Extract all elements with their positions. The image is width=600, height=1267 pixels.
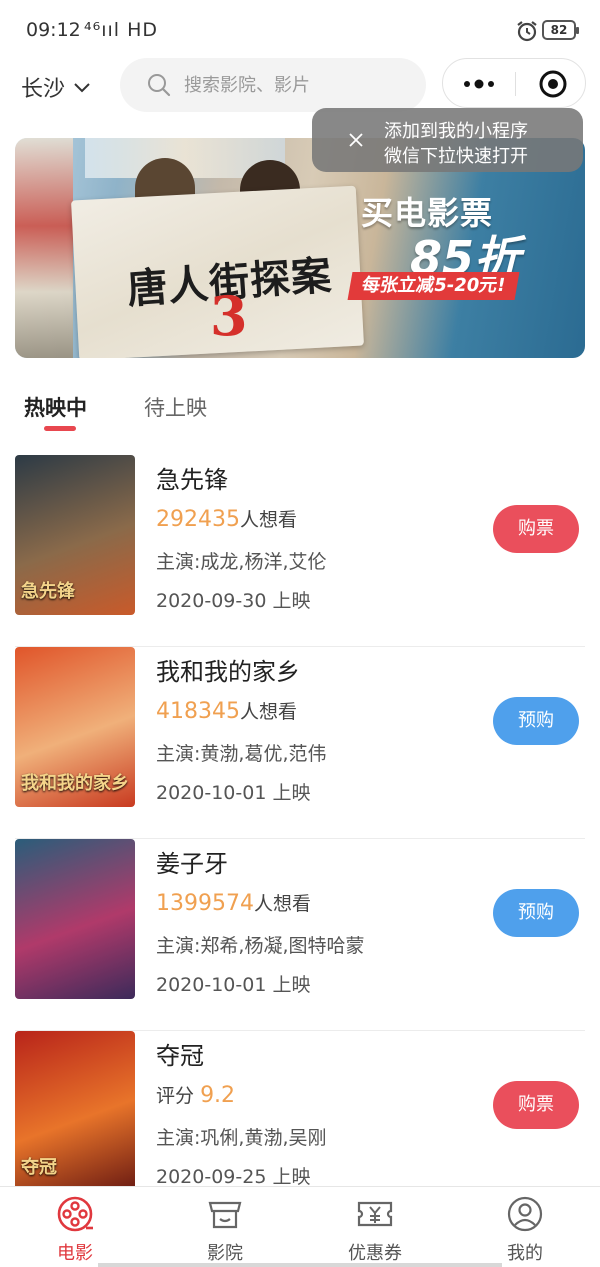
movie-cast: 主演:巩俐,黄渤,吴刚 (156, 1127, 327, 1149)
home-indicator (98, 1263, 502, 1267)
movie-item[interactable]: 姜子牙 1399574人想看 主演:郑希,杨凝,图特哈蒙 2020-10-01 … (15, 839, 585, 1031)
chevron-down-icon (74, 83, 90, 93)
nav-item-cinemas[interactable]: 影院 (170, 1195, 280, 1265)
nav-label: 电影 (57, 1243, 93, 1264)
movie-release-date: 2020-10-01 上映 (156, 782, 311, 804)
rating-prefix: 评分 (156, 1085, 195, 1107)
city-selector[interactable]: 长沙 (21, 72, 91, 102)
movie-title: 夺冠 (156, 1042, 204, 1070)
movie-want-count: 418345人想看 (156, 697, 297, 724)
status-time: 09:12 (26, 19, 81, 41)
nav-label: 我的 (507, 1243, 543, 1264)
tooltip-line: 微信下拉快速打开 (384, 146, 528, 167)
tab-coming-soon[interactable]: 待上映 (144, 392, 207, 422)
capsule-divider (515, 72, 516, 96)
movie-want-count: 292435人想看 (156, 505, 297, 532)
banner-street-signs (15, 138, 73, 358)
active-tab-indicator (44, 426, 76, 431)
movie-title: 我和我的家乡 (156, 658, 300, 686)
want-count-number: 292435 (156, 507, 240, 532)
nav-label: 优惠券 (348, 1243, 402, 1264)
want-count-suffix: 人想看 (239, 509, 297, 531)
movie-title: 姜子牙 (156, 850, 228, 878)
nav-item-profile[interactable]: 我的 (470, 1195, 580, 1265)
movie-poster[interactable]: 我和我的家乡 (15, 647, 135, 807)
want-count-number: 1399574 (156, 891, 254, 916)
close-miniprogram-icon[interactable] (538, 69, 568, 99)
tooltip-line: 添加到我的小程序 (384, 121, 528, 142)
tab-now-showing[interactable]: 热映中 (24, 392, 87, 422)
search-input[interactable] (184, 74, 404, 96)
movie-cast: 主演:成龙,杨洋,艾伦 (156, 551, 327, 573)
film-reel-icon (57, 1196, 93, 1232)
movie-release-date: 2020-09-25 上映 (156, 1166, 311, 1188)
movie-poster[interactable]: 夺冠 (15, 1031, 135, 1191)
movie-release-date: 2020-10-01 上映 (156, 974, 311, 996)
poster-caption: 我和我的家乡 (21, 773, 129, 794)
cinema-icon (208, 1201, 242, 1229)
more-dots-icon[interactable] (459, 73, 499, 95)
alarm-icon (517, 21, 537, 42)
banner-promo-tag: 每张立减5-20元! (347, 272, 520, 300)
movie-item[interactable]: 我和我的家乡 我和我的家乡 418345人想看 主演:黄渤,葛优,范伟 2020… (15, 647, 585, 839)
movie-rating: 评分 9.2 (156, 1081, 235, 1108)
status-bar: 09:12 ⁴⁶ııl HD 82 (0, 0, 600, 60)
want-count-suffix: 人想看 (253, 893, 311, 915)
nav-label: 影院 (207, 1243, 243, 1264)
close-icon[interactable] (348, 132, 364, 148)
network-indicator: ⁴⁶ııl HD (84, 19, 159, 41)
poster-caption: 急先锋 (21, 581, 75, 602)
movie-cast: 主演:郑希,杨凝,图特哈蒙 (156, 935, 365, 957)
movie-release-date: 2020-09-30 上映 (156, 590, 311, 612)
movie-cast: 主演:黄渤,葛优,范伟 (156, 743, 327, 765)
buy-ticket-button[interactable]: 购票 (493, 505, 579, 553)
rating-value: 9.2 (200, 1083, 236, 1108)
movie-poster[interactable] (15, 839, 135, 999)
add-miniprogram-tooltip: 添加到我的小程序 微信下拉快速打开 (312, 108, 583, 172)
want-count-suffix: 人想看 (239, 701, 297, 723)
miniprogram-capsule (442, 58, 586, 108)
city-label: 长沙 (21, 77, 66, 102)
search-icon (148, 74, 171, 97)
want-count-number: 418345 (156, 699, 240, 724)
movie-item[interactable]: 急先锋 急先锋 292435人想看 主演:成龙,杨洋,艾伦 2020-09-30… (15, 455, 585, 647)
banner-movie-number: 3 (210, 284, 248, 348)
movie-title: 急先锋 (156, 466, 228, 494)
movie-want-count: 1399574人想看 (156, 889, 311, 916)
preorder-button[interactable]: 预购 (493, 889, 579, 937)
nav-item-movies[interactable]: 电影 (20, 1195, 130, 1265)
user-icon (507, 1196, 543, 1232)
search-box[interactable] (120, 58, 426, 112)
movie-poster[interactable]: 急先锋 (15, 455, 135, 615)
coupon-icon (357, 1201, 393, 1227)
battery-indicator: 82 (542, 20, 579, 40)
buy-ticket-button[interactable]: 购票 (493, 1081, 579, 1129)
poster-caption: 夺冠 (21, 1157, 57, 1178)
preorder-button[interactable]: 预购 (493, 697, 579, 745)
nav-item-coupons[interactable]: 优惠券 (320, 1195, 430, 1265)
bottom-nav: 电影 影院 优惠券 我的 (0, 1186, 600, 1267)
